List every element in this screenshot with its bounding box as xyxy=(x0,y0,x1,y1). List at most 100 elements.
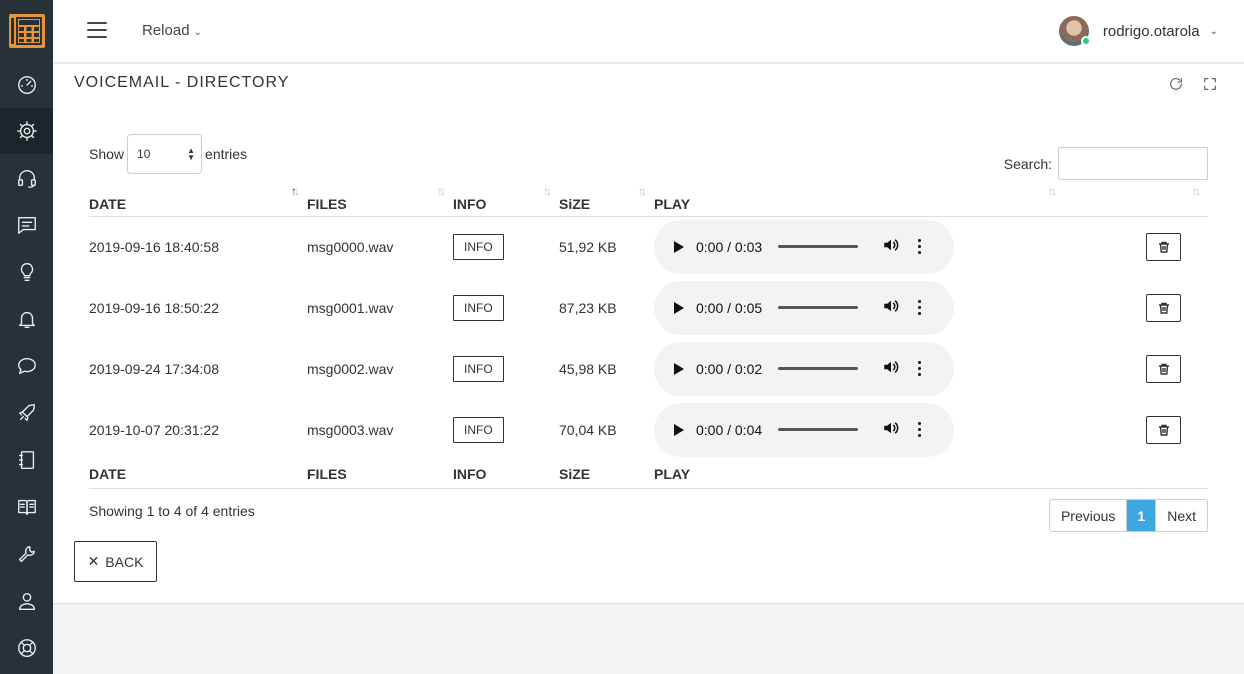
page-1-button[interactable]: 1 xyxy=(1127,500,1156,531)
cell-date: 2019-09-16 18:40:58 xyxy=(89,238,219,255)
cell-info: INFO xyxy=(453,399,559,460)
sort-asc-icon: ↑↓ xyxy=(291,184,300,198)
back-button[interactable]: ✕ BACK xyxy=(74,541,157,582)
info-button[interactable]: INFO xyxy=(453,416,504,443)
column-header-size[interactable]: SiZE ↑↓ xyxy=(559,176,654,217)
book-icon[interactable] xyxy=(0,484,53,530)
delete-button[interactable] xyxy=(1146,293,1181,322)
delete-button[interactable] xyxy=(1146,232,1181,261)
previous-page-button[interactable]: Previous xyxy=(1050,500,1128,531)
table-row: 2019-09-24 17:34:08 msg0002.wav INFO 45,… xyxy=(89,338,1208,399)
calculator-logo-icon[interactable] xyxy=(0,0,53,62)
page-length-control: Show 10 ▲ ▼ entries xyxy=(89,134,247,174)
message-icon[interactable] xyxy=(0,202,53,248)
cell-size: 45,98 KB xyxy=(559,360,617,377)
audio-progress-slider[interactable] xyxy=(778,245,859,249)
trash-icon xyxy=(1158,241,1169,253)
cell-info: INFO xyxy=(453,277,559,338)
play-icon[interactable] xyxy=(674,301,684,314)
user-icon[interactable] xyxy=(0,578,53,624)
show-label: Show xyxy=(89,146,125,162)
fullscreen-icon[interactable] xyxy=(1202,76,1218,92)
refresh-icon[interactable] xyxy=(1168,76,1184,92)
notebook-icon[interactable] xyxy=(0,437,53,483)
cell-play: 0:00 / 0:02 xyxy=(654,338,1126,399)
sidebar xyxy=(0,0,53,674)
column-header-play[interactable]: PLAY ↑↓ xyxy=(654,176,1126,217)
column-header-info[interactable]: INFO ↑↓ xyxy=(453,176,559,217)
footer-header-play: PLAY xyxy=(654,460,1126,489)
footer-header-files: FILES xyxy=(307,460,453,489)
avatar xyxy=(1058,16,1091,46)
page-length-select[interactable]: 10 ▲ ▼ xyxy=(127,134,203,174)
lifebuoy-icon[interactable] xyxy=(0,625,53,671)
audio-progress-slider[interactable] xyxy=(778,367,859,370)
cell-play: 0:00 / 0:03 xyxy=(654,216,1126,277)
audio-player: 0:00 / 0:05 xyxy=(654,280,954,335)
info-button[interactable]: INFO xyxy=(453,233,504,260)
audio-player: 0:00 / 0:04 xyxy=(654,402,954,457)
pagination: Previous 1 Next xyxy=(1048,499,1208,532)
volume-icon[interactable] xyxy=(882,297,900,318)
hamburger-menu-icon[interactable] xyxy=(87,22,107,38)
rocket-icon[interactable] xyxy=(0,390,53,436)
more-options-icon[interactable] xyxy=(918,239,922,255)
volume-icon[interactable] xyxy=(882,358,900,379)
delete-button[interactable] xyxy=(1146,415,1181,444)
column-header-date[interactable]: DATE ↑↓ xyxy=(89,176,307,217)
cell-actions xyxy=(1126,216,1208,277)
entries-label: entries xyxy=(205,146,248,162)
back-label: BACK xyxy=(105,553,144,570)
audio-progress-slider[interactable] xyxy=(778,428,859,431)
lightbulb-icon[interactable] xyxy=(0,249,53,295)
cell-file: msg0000.wav xyxy=(307,238,394,255)
audio-player: 0:00 / 0:03 xyxy=(654,219,954,274)
close-icon: ✕ xyxy=(87,553,100,569)
sort-icon: ↑↓ xyxy=(1048,184,1057,198)
cell-info: INFO xyxy=(453,338,559,399)
chat-icon[interactable] xyxy=(0,343,53,389)
dashboard-icon[interactable] xyxy=(0,62,53,108)
audio-time: 0:00 / 0:02 xyxy=(696,360,763,377)
cell-actions xyxy=(1126,277,1208,338)
cell-size: 70,04 KB xyxy=(559,421,617,438)
audio-time: 0:00 / 0:03 xyxy=(696,238,763,255)
play-icon[interactable] xyxy=(674,423,684,436)
next-page-button[interactable]: Next xyxy=(1155,500,1207,531)
user-menu[interactable]: rodrigo.otarola ⌄ xyxy=(1058,16,1218,46)
audio-progress-slider[interactable] xyxy=(778,306,859,309)
cell-date: 2019-10-07 20:31:22 xyxy=(89,421,219,438)
audio-time: 0:00 / 0:05 xyxy=(696,299,763,316)
column-header-actions[interactable]: ↑↓ xyxy=(1126,176,1208,217)
column-header-files[interactable]: FILES ↑↓ xyxy=(307,176,453,217)
wrench-icon[interactable] xyxy=(0,531,53,577)
more-options-icon[interactable] xyxy=(918,361,922,376)
info-button[interactable]: INFO xyxy=(453,355,504,382)
cell-play: 0:00 / 0:04 xyxy=(654,399,1126,460)
play-icon[interactable] xyxy=(674,240,684,253)
headset-icon[interactable] xyxy=(0,155,53,201)
volume-icon[interactable] xyxy=(882,419,900,440)
trash-icon xyxy=(1158,302,1169,314)
volume-icon[interactable] xyxy=(882,236,900,257)
cell-file: msg0002.wav xyxy=(307,360,394,377)
cell-file: msg0003.wav xyxy=(307,421,394,438)
gear-icon[interactable] xyxy=(0,108,53,154)
footer-header-actions xyxy=(1126,460,1208,489)
cell-actions xyxy=(1126,399,1208,460)
panel-tools xyxy=(1168,76,1218,92)
more-options-icon[interactable] xyxy=(918,300,922,315)
chevron-down-icon: ⌄ xyxy=(1209,25,1218,37)
play-icon[interactable] xyxy=(674,362,684,375)
table-info: Showing 1 to 4 of 4 entries xyxy=(89,503,255,519)
more-options-icon[interactable] xyxy=(918,422,922,437)
info-button[interactable]: INFO xyxy=(453,294,504,321)
bell-icon[interactable] xyxy=(0,296,53,342)
cell-play: 0:00 / 0:05 xyxy=(654,277,1126,338)
delete-button[interactable] xyxy=(1146,354,1181,383)
footer-header-info: INFO xyxy=(453,460,559,489)
cell-actions xyxy=(1126,338,1208,399)
footer-header-size: SiZE xyxy=(559,460,654,489)
reload-dropdown[interactable]: Reload ⌄ xyxy=(142,22,202,39)
table-row: 2019-10-07 20:31:22 msg0003.wav INFO 70,… xyxy=(89,399,1208,460)
